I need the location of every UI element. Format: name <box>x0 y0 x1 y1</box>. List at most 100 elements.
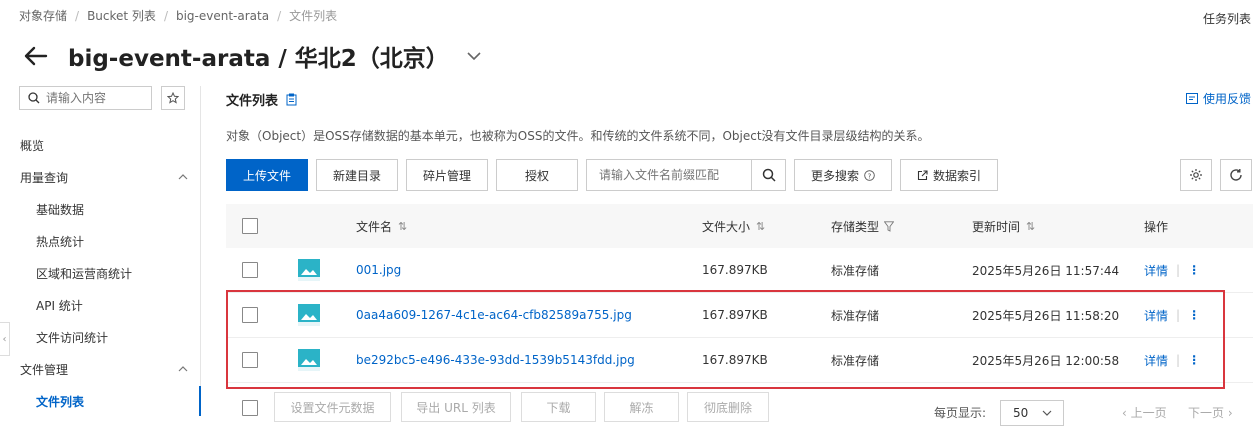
clipboard-icon[interactable] <box>286 93 297 106</box>
sidebar-item-region[interactable]: 区域和运营商统计 <box>36 265 132 282</box>
sidebar-item-usage[interactable]: 用量查询 <box>20 169 68 186</box>
feedback-link[interactable]: 使用反馈 <box>1186 90 1251 107</box>
image-file-icon <box>298 259 320 281</box>
next-page-label: 下一页 <box>1188 406 1225 420</box>
sort-icon: ⇅ <box>398 219 408 233</box>
next-page-button[interactable]: 下一页 › <box>1188 404 1233 421</box>
sidebar-item-basic-data[interactable]: 基础数据 <box>36 201 84 218</box>
chevron-down-icon <box>1042 410 1052 416</box>
task-list-link[interactable]: 任务列表 <box>1203 10 1251 27</box>
download-button[interactable]: 下载 <box>521 392 596 422</box>
more-search-button[interactable]: 更多搜索 ? <box>794 159 892 191</box>
sort-icon: ⇅ <box>1026 219 1036 233</box>
page-title: big-event-arata / 华北2（北京） <box>68 46 449 72</box>
row-checkbox[interactable] <box>242 262 258 278</box>
set-metadata-button[interactable]: 设置文件元数据 <box>274 392 391 422</box>
chevron-up-icon[interactable] <box>178 172 188 182</box>
favorite-button[interactable] <box>161 86 185 110</box>
delete-button[interactable]: 彻底删除 <box>687 392 769 422</box>
sidebar-item-hotspot[interactable]: 热点统计 <box>36 233 84 250</box>
file-size: 167.897KB <box>702 263 768 277</box>
unfreeze-button[interactable]: 解冻 <box>604 392 679 422</box>
sidebar-item-overview[interactable]: 概览 <box>20 137 44 154</box>
header-storage-label: 存储类型 <box>831 219 880 234</box>
chevron-up-icon[interactable] <box>178 364 188 374</box>
breadcrumb-item[interactable]: big-event-arata <box>176 9 269 23</box>
bulk-select-checkbox[interactable] <box>242 400 258 416</box>
more-actions-icon[interactable]: ⋮ <box>1188 263 1200 277</box>
file-name-link[interactable]: 001.jpg <box>356 263 401 277</box>
external-link-icon <box>917 169 928 180</box>
header-actions: 操作 <box>1144 219 1169 234</box>
sidebar-search[interactable] <box>19 86 152 110</box>
sidebar-search-input[interactable] <box>46 91 136 105</box>
active-indicator <box>199 386 201 416</box>
header-filename[interactable]: 文件名 ⇅ <box>356 218 407 235</box>
description: 对象（Object）是OSS存储数据的基本单元，也被称为OSS的文件。和传统的文… <box>226 129 930 143</box>
file-search-input[interactable] <box>586 159 752 191</box>
per-page-value: 50 <box>1013 406 1029 420</box>
breadcrumb-current: 文件列表 <box>289 9 338 23</box>
chevron-left-icon: ‹ <box>2 333 7 345</box>
help-icon: ? <box>864 169 875 181</box>
more-search-label: 更多搜索 <box>810 168 859 183</box>
sidebar-item-file-management[interactable]: 文件管理 <box>20 361 68 378</box>
section-title-text: 文件列表 <box>226 94 279 109</box>
gear-icon <box>1190 169 1202 181</box>
table-row: 001.jpg 167.897KB 标准存储 2025年5月26日 11:57:… <box>226 248 1253 293</box>
breadcrumb-item[interactable]: 对象存储 <box>19 7 67 24</box>
toolbar: 上传文件 新建目录 碎片管理 授权 更多搜索 ? 数据索引 <box>226 159 1006 191</box>
select-all-checkbox[interactable] <box>242 218 258 234</box>
breadcrumb-item[interactable]: Bucket 列表 <box>87 7 156 24</box>
prev-page-button[interactable]: ‹ 上一页 <box>1122 404 1167 421</box>
selection-highlight-box <box>226 290 1225 389</box>
fragment-management-button[interactable]: 碎片管理 <box>406 159 488 191</box>
refresh-button[interactable] <box>1220 159 1252 191</box>
file-search-button[interactable] <box>752 159 786 191</box>
header-size[interactable]: 文件大小 ⇅ <box>702 218 765 235</box>
back-arrow-icon[interactable] <box>22 43 48 69</box>
feedback-icon <box>1186 93 1198 104</box>
sort-icon: ⇅ <box>756 219 766 233</box>
header-filename-label: 文件名 <box>356 219 393 234</box>
sidebar-collapse-button[interactable]: ‹ <box>0 322 10 356</box>
sidebar-item-file-list[interactable]: 文件列表 <box>36 393 84 410</box>
filter-icon <box>884 220 895 232</box>
data-index-button[interactable]: 数据索引 <box>900 159 998 191</box>
feedback-label: 使用反馈 <box>1203 92 1252 106</box>
authorize-button[interactable]: 授权 <box>496 159 578 191</box>
page-header: big-event-arata / 华北2（北京） <box>22 38 483 74</box>
svg-text:?: ? <box>868 172 872 180</box>
export-url-button[interactable]: 导出 URL 列表 <box>401 392 511 422</box>
details-link[interactable]: 详情 <box>1144 262 1168 279</box>
settings-button[interactable] <box>1180 159 1212 191</box>
data-index-label: 数据索引 <box>932 168 981 183</box>
upload-button[interactable]: 上传文件 <box>226 159 308 191</box>
sidebar-item-file-access[interactable]: 文件访问统计 <box>36 329 108 346</box>
breadcrumb-separator: / <box>75 8 80 23</box>
breadcrumb: 对象存储 / Bucket 列表 / big-event-arata / 文件列… <box>19 7 337 24</box>
per-page-label: 每页显示: <box>934 406 987 420</box>
header-storage[interactable]: 存储类型 <box>831 218 895 235</box>
header-updated[interactable]: 更新时间 ⇅ <box>972 218 1035 235</box>
section-title: 文件列表 <box>226 90 297 109</box>
header-size-label: 文件大小 <box>702 219 751 234</box>
breadcrumb-separator: / <box>277 8 282 23</box>
breadcrumb-separator: / <box>163 8 168 23</box>
refresh-icon <box>1230 169 1242 181</box>
prev-page-label: 上一页 <box>1130 406 1167 420</box>
new-directory-button[interactable]: 新建目录 <box>316 159 398 191</box>
sidebar: 概览 用量查询 基础数据 热点统计 区域和运营商统计 API 统计 文件访问统计… <box>0 86 201 416</box>
table-header: 文件名 ⇅ 文件大小 ⇅ 存储类型 更新时间 ⇅ 操作 <box>226 204 1253 248</box>
file-search <box>586 159 786 191</box>
sidebar-item-api-stats[interactable]: API 统计 <box>36 297 83 314</box>
storage-type: 标准存储 <box>831 263 880 278</box>
chevron-down-icon[interactable] <box>465 47 483 65</box>
bulk-actions-bar: 设置文件元数据 导出 URL 列表 下载 解冻 彻底删除 每页显示: 50 ‹ … <box>226 392 1256 426</box>
per-page-select[interactable]: 50 <box>1000 400 1064 426</box>
star-icon <box>167 92 179 104</box>
divider: | <box>1176 263 1181 277</box>
updated-time: 2025年5月26日 11:57:44 <box>972 263 1120 278</box>
header-updated-label: 更新时间 <box>972 219 1021 234</box>
search-icon <box>762 168 776 182</box>
